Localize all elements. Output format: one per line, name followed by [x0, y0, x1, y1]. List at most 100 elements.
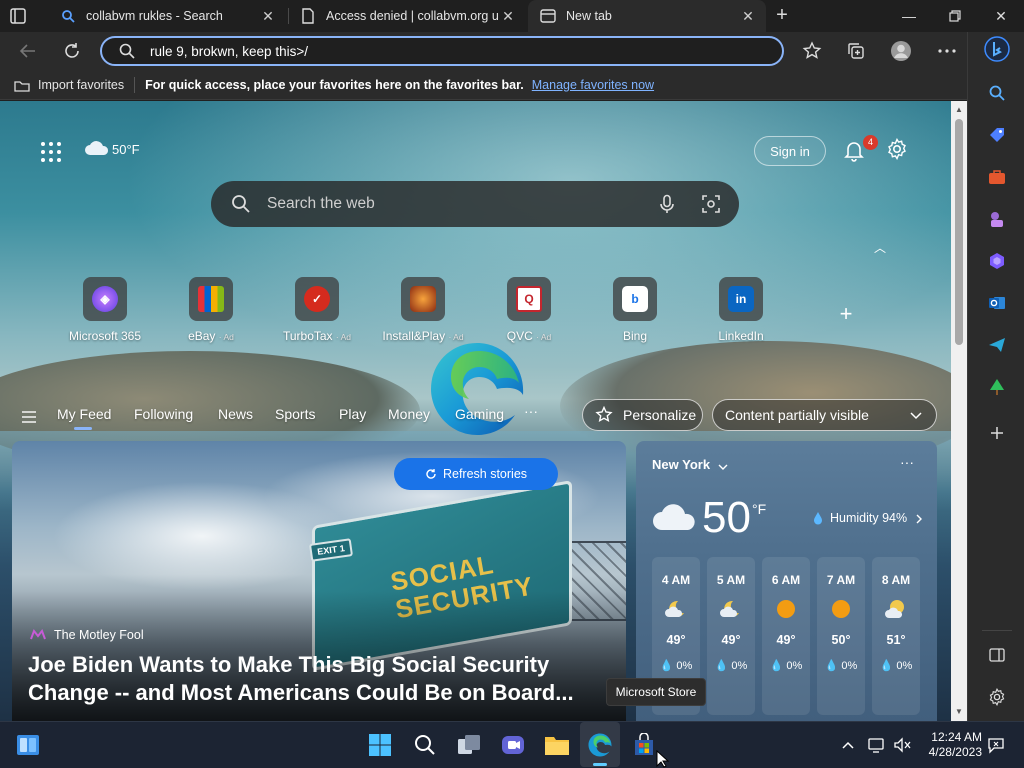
close-tab-icon[interactable]: ✕	[738, 8, 758, 25]
manage-favorites-link[interactable]: Manage favorites now	[532, 78, 654, 92]
import-favorites-button[interactable]: Import favorites	[38, 78, 124, 92]
microsoft-store-icon[interactable]	[630, 731, 658, 759]
collapse-chevron-icon[interactable]: ︿	[872, 239, 888, 255]
tile-install-play[interactable]: Install&Play · Ad	[381, 277, 465, 343]
outlook-icon[interactable]	[986, 292, 1008, 314]
system-clock[interactable]: 12:24 AM 4/28/2023	[922, 730, 982, 760]
page-scrollbar[interactable]: ▲ ▼	[951, 101, 967, 721]
search-icon	[118, 42, 136, 60]
scroll-down-icon[interactable]: ▼	[954, 707, 964, 717]
feed-tab-my-feed[interactable]: My Feed	[57, 406, 111, 422]
tab-new-tab[interactable]: New tab ✕	[528, 0, 766, 32]
close-tab-icon[interactable]: ✕	[498, 8, 518, 25]
tools-briefcase-icon[interactable]	[986, 166, 1008, 188]
bing-chat-icon[interactable]	[984, 36, 1010, 62]
address-bar[interactable]: rule 9, brokwn, keep this>/	[100, 36, 784, 66]
tile-ebay[interactable]: eBay · Ad	[169, 277, 253, 343]
sidebar-settings-gear-icon[interactable]	[986, 686, 1008, 708]
app-launcher-icon[interactable]	[40, 141, 62, 163]
taskbar-search-icon[interactable]	[411, 731, 439, 759]
file-explorer-icon[interactable]	[543, 731, 571, 759]
weather-location[interactable]: New York	[652, 457, 728, 472]
close-tab-icon[interactable]: ✕	[258, 8, 278, 25]
menu-icon[interactable]	[22, 410, 36, 423]
weather-mini[interactable]: 50°F	[84, 139, 140, 160]
task-view-icon[interactable]	[455, 731, 483, 759]
tile-turbotax[interactable]: ✓ TurboTax · Ad	[275, 277, 359, 343]
refresh-stories-button[interactable]: Refresh stories	[394, 458, 558, 490]
notification-center-icon[interactable]	[986, 735, 1006, 755]
page-settings-gear-icon[interactable]	[886, 137, 910, 162]
edge-browser-icon[interactable]	[586, 731, 614, 759]
feed-tab-news[interactable]: News	[218, 406, 253, 422]
tab-actions-icon[interactable]	[8, 6, 28, 26]
hour-temperature: 49°	[666, 633, 686, 647]
chevron-down-icon	[908, 407, 924, 423]
feed-tab-following[interactable]: Following	[134, 406, 193, 422]
hourly-forecast[interactable]: 5 AM 49° 💧 0%	[707, 557, 755, 715]
tile-linkedin[interactable]: in LinkedIn	[699, 277, 783, 343]
hour-time: 4 AM	[661, 573, 691, 587]
tree-icon[interactable]	[986, 376, 1008, 398]
feed-tab-gaming[interactable]: Gaming	[455, 406, 504, 422]
show-hidden-icons-chevron-icon[interactable]	[838, 735, 858, 755]
content-visibility-dropdown[interactable]: Content partially visible	[712, 399, 937, 431]
send-icon[interactable]	[986, 334, 1008, 356]
tile-microsoft-365[interactable]: ◈ Microsoft 365	[63, 277, 147, 343]
tab-access-denied[interactable]: Access denied | collabvm.org use ✕	[288, 0, 526, 32]
add-sidebar-app-icon[interactable]	[986, 422, 1008, 444]
ad-marker: · Ad	[536, 332, 552, 342]
profile-avatar-icon[interactable]	[890, 40, 912, 62]
widgets-icon[interactable]	[14, 731, 42, 759]
address-text[interactable]: rule 9, brokwn, keep this>/	[150, 44, 308, 59]
close-window-icon[interactable]: ✕	[978, 0, 1024, 32]
refresh-label: Refresh stories	[442, 467, 528, 481]
visual-search-icon[interactable]	[701, 194, 721, 214]
refresh-icon[interactable]	[61, 40, 83, 62]
volume-muted-icon[interactable]	[892, 735, 912, 755]
feed-tab-money[interactable]: Money	[388, 406, 430, 422]
sign-in-button[interactable]: Sign in	[754, 136, 826, 166]
restore-icon[interactable]	[932, 0, 978, 32]
story-headline[interactable]: Joe Biden Wants to Make This Big Social …	[28, 651, 608, 707]
feed-tab-sports[interactable]: Sports	[275, 406, 315, 422]
humidity-drop-icon	[812, 511, 824, 525]
microsoft-365-icon[interactable]	[986, 250, 1008, 272]
web-search-box[interactable]: Search the web	[211, 181, 739, 227]
teams-chat-icon[interactable]	[499, 731, 527, 759]
tile-bing[interactable]: b Bing	[593, 277, 677, 343]
hide-sidebar-icon[interactable]	[986, 644, 1008, 666]
start-windows-icon[interactable]	[366, 731, 394, 759]
scrollbar-thumb[interactable]	[955, 119, 963, 345]
hourly-forecast[interactable]: 8 AM 51° 💧 0%	[872, 557, 920, 715]
shopping-tag-icon[interactable]	[986, 124, 1008, 146]
bing-icon: b	[622, 286, 648, 312]
more-options-icon[interactable]	[936, 40, 958, 62]
back-icon[interactable]	[17, 40, 39, 62]
scroll-up-icon[interactable]: ▲	[954, 105, 964, 115]
tab-search[interactable]: collabvm rukles - Search ✕	[48, 0, 286, 32]
humidity-link[interactable]: Humidity 94%	[812, 511, 923, 525]
collections-icon[interactable]	[845, 40, 867, 62]
hourly-forecast[interactable]: 6 AM 49° 💧 0%	[762, 557, 810, 715]
games-icon[interactable]	[986, 208, 1008, 230]
minimize-icon[interactable]: —	[886, 0, 932, 32]
feed-more-button[interactable]: ···	[524, 403, 538, 419]
favorites-message: For quick access, place your favorites h…	[145, 77, 524, 92]
story-source[interactable]: The Motley Fool	[30, 628, 144, 642]
feed-tab-play[interactable]: Play	[339, 406, 366, 422]
chevron-down-icon	[718, 460, 728, 470]
search-placeholder[interactable]: Search the web	[267, 195, 657, 213]
precip-value: 0%	[786, 660, 803, 672]
microphone-icon[interactable]	[657, 194, 677, 214]
network-icon[interactable]	[866, 735, 886, 755]
favorites-star-icon[interactable]	[801, 40, 823, 62]
hourly-forecast[interactable]: 7 AM 50° 💧 0%	[817, 557, 865, 715]
search-icon[interactable]	[986, 82, 1008, 104]
tile-qvc[interactable]: Q QVC · Ad	[487, 277, 571, 343]
personalize-button[interactable]: Personalize	[582, 399, 703, 431]
notification-badge: 4	[863, 135, 878, 150]
add-shortcut-icon[interactable]: +	[836, 303, 856, 325]
weather-more-button[interactable]: ···	[900, 454, 914, 470]
new-tab-plus-icon[interactable]: +	[770, 4, 794, 28]
